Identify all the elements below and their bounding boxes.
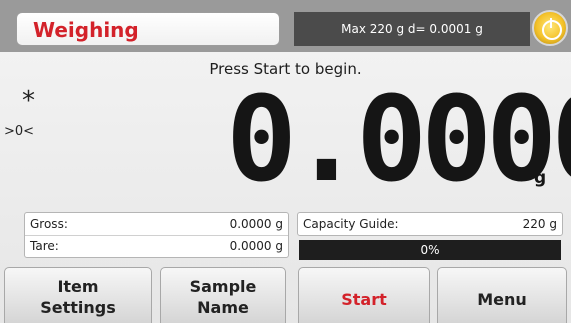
capacity-info-text: Max 220 g d= 0.0001 g	[341, 22, 483, 36]
tare-label: Tare:	[30, 239, 59, 253]
sample-name-button[interactable]: Sample Name	[160, 267, 286, 323]
weight-reading: 0.0000	[226, 70, 571, 208]
gross-row: Gross: 0.0000 g	[25, 214, 288, 234]
start-button[interactable]: Start	[298, 267, 430, 323]
gross-value: 0.0000 g	[229, 217, 283, 231]
menu-button[interactable]: Menu	[437, 267, 567, 323]
start-label: Start	[341, 290, 387, 309]
gross-tare-panel: Gross: 0.0000 g Tare: 0.0000 g	[24, 212, 289, 258]
item-settings-button[interactable]: Item Settings	[4, 267, 152, 323]
capacity-info-box: Max 220 g d= 0.0001 g	[294, 12, 530, 46]
capacity-guide-label: Capacity Guide:	[303, 217, 399, 231]
level-bubble-icon[interactable]	[532, 10, 568, 46]
capacity-guide-bar: 0%	[299, 240, 561, 260]
tare-value: 0.0000 g	[229, 239, 283, 253]
capacity-guide-row: Capacity Guide: 220 g	[298, 214, 562, 234]
item-settings-label-line1: Item	[57, 277, 99, 296]
tare-row: Tare: 0.0000 g	[25, 236, 288, 256]
center-of-zero-indicator: >0<	[4, 124, 35, 139]
menu-label: Menu	[477, 290, 527, 309]
stable-indicator-icon: *	[22, 86, 35, 116]
item-settings-label-line2: Settings	[40, 298, 116, 317]
weight-unit[interactable]: g	[534, 168, 546, 188]
capacity-percent-label: 0%	[420, 243, 440, 257]
sample-name-label-line1: Sample	[189, 277, 257, 296]
top-bar: Weighing Max 220 g d= 0.0001 g	[0, 0, 571, 52]
application-mode-selector[interactable]: Weighing	[16, 12, 280, 46]
capacity-guide-value: 220 g	[522, 217, 557, 231]
weighing-screen: Weighing Max 220 g d= 0.0001 g Press Sta…	[0, 0, 571, 323]
sample-name-label-line2: Name	[197, 298, 249, 317]
gross-label: Gross:	[30, 217, 68, 231]
application-mode-label: Weighing	[33, 18, 139, 42]
capacity-guide-panel: Capacity Guide: 220 g	[297, 212, 563, 236]
